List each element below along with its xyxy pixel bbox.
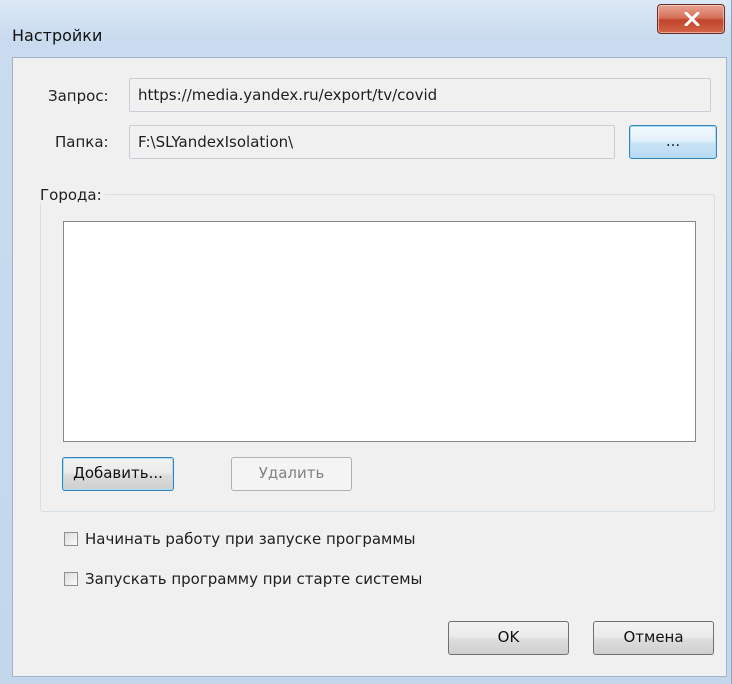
- query-label: Запрос:: [48, 87, 109, 105]
- folder-field[interactable]: F:\SLYandexIsolation\: [129, 125, 615, 159]
- start-on-launch-option[interactable]: Начинать работу при запуске программы: [64, 530, 416, 548]
- window-title: Настройки: [12, 26, 103, 45]
- start-on-launch-checkbox[interactable]: [64, 532, 78, 546]
- delete-city-button[interactable]: Удалить: [231, 457, 352, 491]
- cancel-button[interactable]: Отмена: [593, 621, 714, 655]
- run-on-startup-checkbox[interactable]: [64, 572, 78, 586]
- add-city-button[interactable]: Добавить...: [62, 457, 174, 491]
- start-on-launch-label: Начинать работу при запуске программы: [85, 530, 416, 548]
- title-bar[interactable]: Настройки: [0, 0, 732, 56]
- close-button[interactable]: [657, 4, 725, 34]
- query-field[interactable]: https://media.yandex.ru/export/tv/covid: [129, 78, 711, 112]
- ok-button[interactable]: OK: [448, 621, 569, 655]
- run-on-startup-option[interactable]: Запускать программу при старте системы: [64, 570, 422, 588]
- run-on-startup-label: Запускать программу при старте системы: [85, 570, 423, 588]
- folder-label: Папка:: [55, 133, 109, 151]
- cities-group-title: Города:: [37, 186, 105, 204]
- browse-folder-button[interactable]: ...: [629, 125, 717, 159]
- settings-dialog: Настройки Запрос: https://media.yandex.r…: [0, 0, 732, 684]
- cities-list[interactable]: [63, 221, 696, 442]
- close-icon: [684, 12, 700, 26]
- dialog-body: Запрос: https://media.yandex.ru/export/t…: [12, 57, 727, 677]
